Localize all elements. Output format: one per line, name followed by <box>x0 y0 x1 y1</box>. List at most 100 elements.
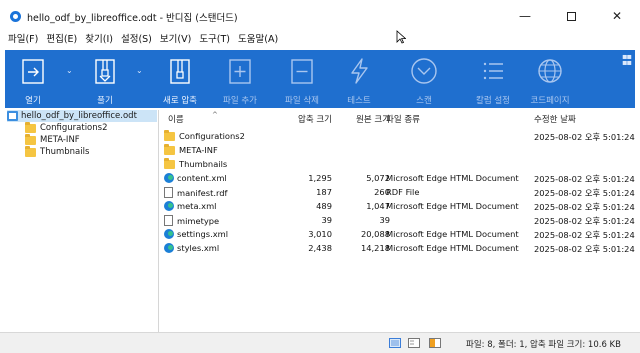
add-files-button[interactable]: 파일 추가 <box>213 50 267 108</box>
extract-icon <box>95 59 115 84</box>
tree-item-thumbnails[interactable]: Thumbnails <box>25 145 90 158</box>
modified-date: 2025-08-02 오후 5:01:24 <box>534 244 635 254</box>
lightning-icon <box>351 58 368 84</box>
compressed-size: 3,010 <box>308 229 332 239</box>
new-archive-button[interactable]: 새로 압축 <box>153 50 207 108</box>
new-archive-icon <box>170 59 190 84</box>
file-type: RDF File <box>386 187 420 197</box>
delete-files-label: 파일 삭제 <box>285 96 319 106</box>
list-item[interactable]: styles.xml 2,438 14,218 Microsoft Edge HTML… <box>160 241 635 255</box>
list-view-icon[interactable] <box>408 338 420 348</box>
details-view-icon[interactable] <box>389 338 401 348</box>
column-settings-label: 칼럼 설정 <box>476 96 510 106</box>
list-item[interactable]: Configurations2 2025-08-02 오후 5:01:24 <box>160 129 635 143</box>
file-name: meta.xml <box>177 201 217 211</box>
column-settings-button[interactable]: 칼럼 설정 <box>466 50 520 108</box>
folder-icon <box>164 157 175 169</box>
file-name-cell: Thumbnails <box>164 157 228 169</box>
file-name: Thumbnails <box>179 159 228 169</box>
original-size: 5,072 <box>366 173 390 183</box>
tree-item-label: Configurations2 <box>40 123 108 133</box>
extract-button[interactable]: 풀기 <box>83 50 127 108</box>
list-item[interactable]: mimetype 39 39 2025-08-02 오후 5:01:24 <box>160 213 635 227</box>
column-header-type[interactable]: 파일 종류 <box>386 113 526 125</box>
sort-ascending-icon: ^ <box>212 111 218 119</box>
modified-date: 2025-08-02 오후 5:01:24 <box>534 132 635 142</box>
modified-date: 2025-08-02 오후 5:01:24 <box>534 174 635 184</box>
maximize-icon <box>566 11 576 21</box>
close-button[interactable]: ✕ <box>594 0 640 32</box>
file-icon <box>164 187 173 198</box>
original-size: 20,088 <box>360 229 390 239</box>
menu-tools[interactable]: 도구(T) <box>199 32 230 48</box>
compressed-size: 187 <box>316 187 332 197</box>
modified-date: 2025-08-02 오후 5:01:24 <box>534 230 635 240</box>
file-name-cell: content.xml <box>164 173 227 183</box>
tree-item-label: META-INF <box>40 135 80 145</box>
original-size: 39 <box>379 215 390 225</box>
file-icon <box>164 215 173 226</box>
list-item[interactable]: settings.xml 3,010 20,088 Microsoft Edge HT… <box>160 227 635 241</box>
tree-item-meta-inf[interactable]: META-INF <box>25 133 80 146</box>
menu-find[interactable]: 찾기(I) <box>85 32 113 48</box>
list-item[interactable]: META-INF <box>160 143 635 157</box>
shield-icon <box>411 58 437 84</box>
extract-dropdown-icon[interactable]: ⌄ <box>136 66 143 75</box>
tree-root-archive[interactable]: hello_odf_by_libreoffice.odt <box>7 110 157 122</box>
toolbar-options-grip-icon[interactable]: ▪▪ ▪▪ <box>622 53 632 67</box>
menu-settings[interactable]: 설정(S) <box>121 32 152 48</box>
column-header-compressed[interactable]: 압축 크기 <box>280 113 332 125</box>
list-item[interactable]: meta.xml 489 1,047 Microsoft Edge HTML Docu… <box>160 199 635 213</box>
delete-files-button[interactable]: 파일 삭제 <box>275 50 329 108</box>
tree-root-label: hello_odf_by_libreoffice.odt <box>21 111 137 121</box>
edge-icon <box>164 243 174 253</box>
column-header-name[interactable]: 이름 ^ <box>168 111 278 125</box>
extract-label: 풀기 <box>97 96 113 106</box>
folder-icon <box>25 133 36 145</box>
minimize-button[interactable]: — <box>502 0 548 32</box>
original-size: 260 <box>374 187 390 197</box>
file-name-cell: styles.xml <box>164 243 219 253</box>
file-name: META-INF <box>179 145 218 155</box>
column-header-modified[interactable]: 수정한 날짜 <box>534 113 634 125</box>
menu-help[interactable]: 도움말(A) <box>238 32 278 48</box>
tree-item-configurations2[interactable]: Configurations2 <box>25 121 108 134</box>
new-archive-label: 새로 압축 <box>163 96 197 106</box>
add-files-label: 파일 추가 <box>223 96 257 106</box>
list-item[interactable]: manifest.rdf 187 260 RDF File 2025-08-02 오후 … <box>160 185 635 199</box>
file-name: styles.xml <box>177 243 220 253</box>
folder-icon <box>164 129 175 141</box>
file-type: Microsoft Edge HTML Document <box>386 173 519 183</box>
maximize-button[interactable] <box>548 0 594 32</box>
codepage-button[interactable]: 코드페이지 <box>523 50 577 108</box>
folder-icon <box>25 121 36 133</box>
modified-date: 2025-08-02 오후 5:01:24 <box>534 202 635 212</box>
columns-list-icon <box>483 62 503 80</box>
column-header-name-label: 이름 <box>168 115 184 125</box>
file-type: Microsoft Edge HTML Document <box>386 229 519 239</box>
modified-date: 2025-08-02 오후 5:01:24 <box>534 216 635 226</box>
tree-item-label: Thumbnails <box>40 147 90 157</box>
status-bar: 파일: 8, 폴더: 1, 압축 파일 크기: 10.6 KB <box>0 332 640 353</box>
menu-view[interactable]: 보기(V) <box>160 32 191 48</box>
file-name: content.xml <box>177 173 227 183</box>
original-size: 1,047 <box>366 201 390 211</box>
scan-button[interactable]: 스캔 <box>402 50 446 108</box>
archive-icon <box>7 111 18 121</box>
file-name: mimetype <box>177 215 220 226</box>
panel-toggle-icon[interactable] <box>429 338 441 348</box>
list-item[interactable]: content.xml 1,295 5,072 Microsoft Edge HTML… <box>160 171 635 185</box>
open-button[interactable]: 열기 <box>13 50 53 108</box>
column-header-original[interactable]: 원본 크기 <box>336 113 390 125</box>
file-name: manifest.rdf <box>177 187 228 198</box>
edge-icon <box>164 201 174 211</box>
compressed-size: 39 <box>321 215 332 225</box>
compressed-size: 489 <box>316 201 332 211</box>
list-item[interactable]: Thumbnails <box>160 157 635 171</box>
open-dropdown-icon[interactable]: ⌄ <box>66 66 73 75</box>
menu-file[interactable]: 파일(F) <box>8 32 38 48</box>
original-size: 14,218 <box>360 243 390 253</box>
file-name: settings.xml <box>177 229 229 239</box>
test-button[interactable]: 테스트 <box>337 50 381 108</box>
menu-edit[interactable]: 편집(E) <box>46 32 77 48</box>
